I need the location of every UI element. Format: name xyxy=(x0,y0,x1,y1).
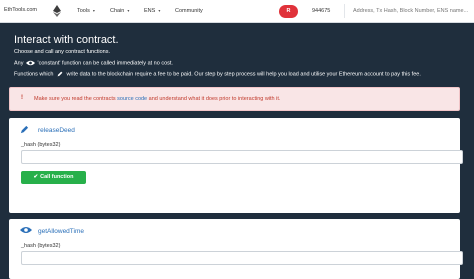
chevron-down-icon: ▾ xyxy=(92,8,95,13)
block-number: 944675 xyxy=(312,8,331,14)
chevron-down-icon: ▾ xyxy=(158,8,161,13)
function-card-getallowedtime: getAllowedTime _hash (bytes32) xyxy=(9,219,463,279)
hash-input[interactable] xyxy=(21,150,463,164)
source-code-link[interactable]: source code xyxy=(117,96,147,102)
write-info: Functions which write data to the blockc… xyxy=(14,71,421,78)
hash-input[interactable] xyxy=(21,251,463,265)
pencil-icon xyxy=(20,125,29,134)
pencil-icon xyxy=(57,71,63,77)
top-nav-bar: EthTools.com Tools ▾ Chain ▾ ENS ▾ Communit… xyxy=(0,0,474,23)
nav-community-link[interactable]: Community xyxy=(175,8,203,14)
page-title: Interact with contract. xyxy=(14,34,119,46)
nav-tools-menu[interactable]: Tools ▾ xyxy=(77,8,95,14)
main-content: Interact with contract. Choose and call … xyxy=(0,23,474,279)
call-function-button[interactable]: ✔ Call function xyxy=(21,171,86,184)
param-label: _hash (bytes32) xyxy=(21,142,61,148)
eye-icon xyxy=(26,60,36,66)
ethereum-icon xyxy=(53,5,61,17)
function-name: releaseDeed xyxy=(38,127,75,134)
page-subtitle: Choose and call any contract functions. xyxy=(14,49,111,55)
user-avatar-button[interactable]: R xyxy=(279,5,298,18)
nav-chain-menu[interactable]: Chain ▾ xyxy=(110,8,129,14)
param-label: _hash (bytes32) xyxy=(21,243,61,249)
alert-message: Make sure you read the contracts source … xyxy=(34,96,281,102)
alert-icon: ! xyxy=(21,95,23,101)
nav-ens-menu[interactable]: ENS ▾ xyxy=(144,8,160,14)
function-card-releasedeed: releaseDeed _hash (bytes32) ✔ Call functi… xyxy=(9,118,463,213)
eye-icon xyxy=(20,227,32,233)
brand-logo[interactable]: EthTools.com xyxy=(4,7,37,13)
check-icon: ✔ xyxy=(33,174,39,180)
chevron-down-icon: ▾ xyxy=(127,8,130,13)
constant-info: Any 'constant' function can be called im… xyxy=(14,60,173,67)
search-input[interactable] xyxy=(344,4,472,18)
function-name: getAllowedTime xyxy=(38,228,85,235)
warning-alert: ! Make sure you read the contracts sourc… xyxy=(9,87,460,111)
